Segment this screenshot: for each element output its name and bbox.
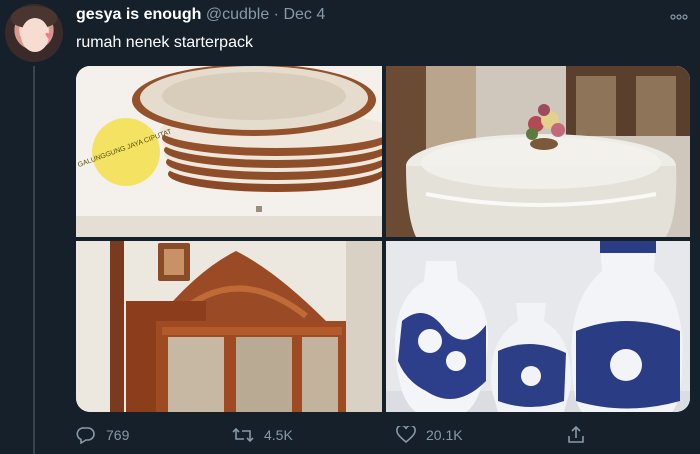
media-grid[interactable]: GALUNGGUNG JAYA CIPUTAT xyxy=(76,66,690,412)
photo-plates[interactable]: GALUNGGUNG JAYA CIPUTAT xyxy=(76,66,382,237)
like-button[interactable]: 20.1K xyxy=(396,426,463,444)
photo-vases[interactable] xyxy=(386,241,690,412)
tweet-actions: 769 4.5K 20.1K xyxy=(76,426,696,450)
reply-icon xyxy=(76,426,96,444)
like-count: 20.1K xyxy=(426,427,463,443)
reply-count: 769 xyxy=(106,427,130,443)
heart-icon xyxy=(396,426,416,444)
avatar[interactable]: ♥ xyxy=(5,4,63,62)
reply-button[interactable]: 769 xyxy=(76,426,129,444)
retweet-icon xyxy=(232,426,254,444)
retweet-button[interactable]: 4.5K xyxy=(232,426,293,444)
retweet-count: 4.5K xyxy=(264,427,293,443)
separator: · xyxy=(273,6,279,23)
handle[interactable]: @cudble xyxy=(206,6,269,23)
tweet-text: rumah nenek starterpack xyxy=(76,34,253,51)
thread-line xyxy=(33,66,35,454)
share-icon xyxy=(566,426,586,444)
more-icon[interactable] xyxy=(670,8,688,23)
tweet-date[interactable]: Dec 4 xyxy=(283,6,325,23)
photo-table[interactable] xyxy=(386,66,690,237)
share-button[interactable] xyxy=(566,426,586,444)
display-name[interactable]: gesya is enough xyxy=(76,6,201,23)
tweet-header: gesya is enough @cudble · Dec 4 xyxy=(76,6,325,24)
photo-cabinet[interactable] xyxy=(76,241,382,412)
